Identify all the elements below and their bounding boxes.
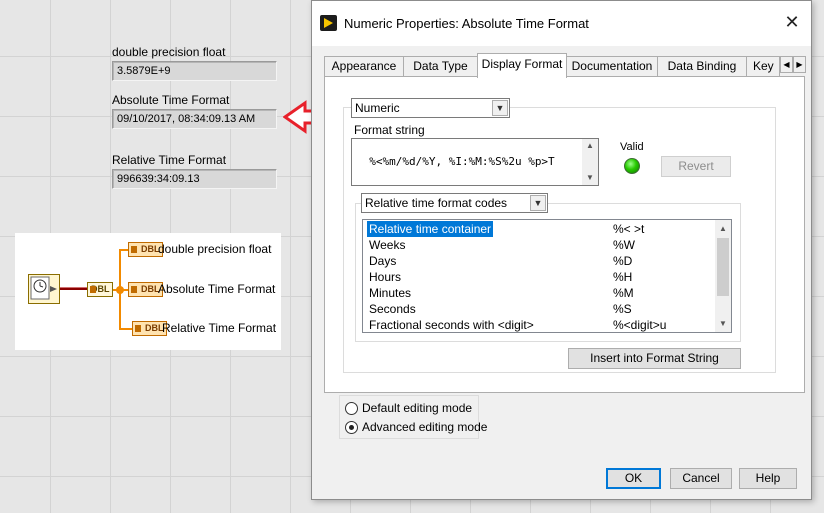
timestamp-wire bbox=[60, 287, 87, 290]
abs-time-terminal-label: Absolute Time Format bbox=[158, 282, 276, 296]
tab-data-type[interactable]: Data Type bbox=[403, 56, 478, 77]
tab-data-binding[interactable]: Data Binding bbox=[657, 56, 747, 77]
list-item[interactable]: Seconds %S bbox=[363, 301, 729, 317]
rel-time-terminal-label: Relative Time Format bbox=[162, 321, 277, 335]
close-icon[interactable]: ✕ bbox=[781, 11, 803, 33]
to-dbl-conversion[interactable]: DBL bbox=[87, 282, 113, 297]
dbl-terminal-label: double precision float bbox=[158, 242, 272, 256]
radio-icon[interactable] bbox=[345, 421, 358, 434]
tab-scroll-right-button[interactable]: ▶ bbox=[793, 56, 806, 73]
format-string-value: %<%m/%d/%Y, %I:%M:%S%2u %p>T bbox=[369, 155, 555, 168]
code-name: Fractional seconds with <digit> bbox=[369, 318, 534, 332]
codes-category-select-value: Relative time format codes bbox=[365, 196, 508, 210]
numeric-type-select-value: Numeric bbox=[355, 101, 400, 115]
scroll-up-icon[interactable]: ▲ bbox=[715, 222, 731, 236]
code-value: %<digit>u bbox=[613, 318, 667, 332]
cancel-button[interactable]: Cancel bbox=[670, 468, 732, 489]
wire-junction bbox=[116, 286, 124, 294]
list-item[interactable]: Hours %H bbox=[363, 269, 729, 285]
code-value: %< >t bbox=[613, 222, 645, 236]
abs-time-indicator[interactable]: 09/10/2017, 08:34:09.13 AM bbox=[112, 109, 277, 129]
valid-led-icon bbox=[624, 158, 640, 174]
help-button[interactable]: Help bbox=[739, 468, 797, 489]
insert-into-format-string-button[interactable]: Insert into Format String bbox=[568, 348, 741, 369]
list-item[interactable]: Minutes %M bbox=[363, 285, 729, 301]
format-string-scrollbar[interactable]: ▲ ▼ bbox=[582, 139, 598, 185]
ok-button[interactable]: OK bbox=[606, 468, 661, 489]
code-name: Minutes bbox=[369, 286, 412, 300]
codes-listbox[interactable]: Relative time container %< >t Weeks %W D… bbox=[362, 219, 732, 333]
tab-display-format[interactable]: Display Format bbox=[477, 53, 567, 78]
code-name: Days bbox=[369, 254, 397, 268]
format-string-label: Format string bbox=[354, 123, 425, 137]
code-name: Hours bbox=[369, 270, 402, 284]
code-value: %D bbox=[613, 254, 633, 268]
code-value: %H bbox=[613, 270, 633, 284]
tab-strip: Appearance Data Type Display Format Docu… bbox=[324, 53, 806, 78]
list-item[interactable]: Relative time container %< >t bbox=[363, 221, 729, 237]
labview-app-icon bbox=[320, 15, 337, 31]
revert-button[interactable]: Revert bbox=[661, 156, 731, 177]
codes-category-select[interactable]: Relative time format codes ▼ bbox=[361, 193, 548, 213]
scroll-down-icon[interactable]: ▼ bbox=[582, 171, 598, 185]
codes-scrollbar[interactable]: ▲ ▼ bbox=[715, 220, 731, 332]
advanced-editing-mode-label[interactable]: Advanced editing mode bbox=[362, 420, 487, 434]
timestamp-source-icon[interactable] bbox=[28, 274, 60, 304]
code-value: %S bbox=[613, 302, 632, 316]
tab-appearance[interactable]: Appearance bbox=[324, 56, 404, 77]
chevron-down-icon[interactable]: ▼ bbox=[530, 195, 546, 211]
list-item[interactable]: Fractional seconds with <digit> %<digit>… bbox=[363, 317, 729, 332]
dialog-title: Numeric Properties: Absolute Time Format bbox=[344, 16, 589, 31]
list-item[interactable]: Weeks %W bbox=[363, 237, 729, 253]
code-name: Seconds bbox=[369, 302, 416, 316]
chevron-down-icon[interactable]: ▼ bbox=[492, 100, 508, 116]
default-editing-mode-label[interactable]: Default editing mode bbox=[362, 401, 472, 415]
tab-documentation[interactable]: Documentation bbox=[566, 56, 658, 77]
tab-key[interactable]: Key bbox=[746, 56, 780, 77]
block-diagram: DBL DBL double precision float DBL Absol… bbox=[15, 233, 281, 350]
valid-label: Valid bbox=[620, 141, 644, 153]
code-name: Weeks bbox=[369, 238, 406, 252]
radio-icon[interactable] bbox=[345, 402, 358, 415]
numeric-type-select[interactable]: Numeric ▼ bbox=[351, 98, 510, 118]
list-item[interactable]: Days %D bbox=[363, 253, 729, 269]
code-name: Relative time container bbox=[367, 221, 494, 237]
scroll-up-icon[interactable]: ▲ bbox=[582, 139, 598, 153]
scroll-down-icon[interactable]: ▼ bbox=[715, 317, 731, 331]
rel-time-indicator[interactable]: 996639:34:09.13 bbox=[112, 169, 277, 189]
format-string-input[interactable]: %<%m/%d/%Y, %I:%M:%S%2u %p>T bbox=[351, 138, 599, 186]
abs-time-indicator-label: Absolute Time Format bbox=[112, 93, 230, 107]
code-value: %W bbox=[613, 238, 635, 252]
code-value: %M bbox=[613, 286, 634, 300]
wire bbox=[119, 328, 133, 330]
scrollbar-thumb[interactable] bbox=[717, 238, 729, 296]
rel-time-indicator-label: Relative Time Format bbox=[112, 153, 227, 167]
dbl-indicator[interactable]: 3.5879E+9 bbox=[112, 61, 277, 81]
title-bar[interactable]: Numeric Properties: Absolute Time Format… bbox=[312, 1, 811, 46]
tab-scroll-left-button[interactable]: ◀ bbox=[780, 56, 793, 73]
dbl-indicator-label: double precision float bbox=[112, 45, 226, 59]
editing-mode-group: Default editing mode Advanced editing mo… bbox=[339, 395, 487, 439]
